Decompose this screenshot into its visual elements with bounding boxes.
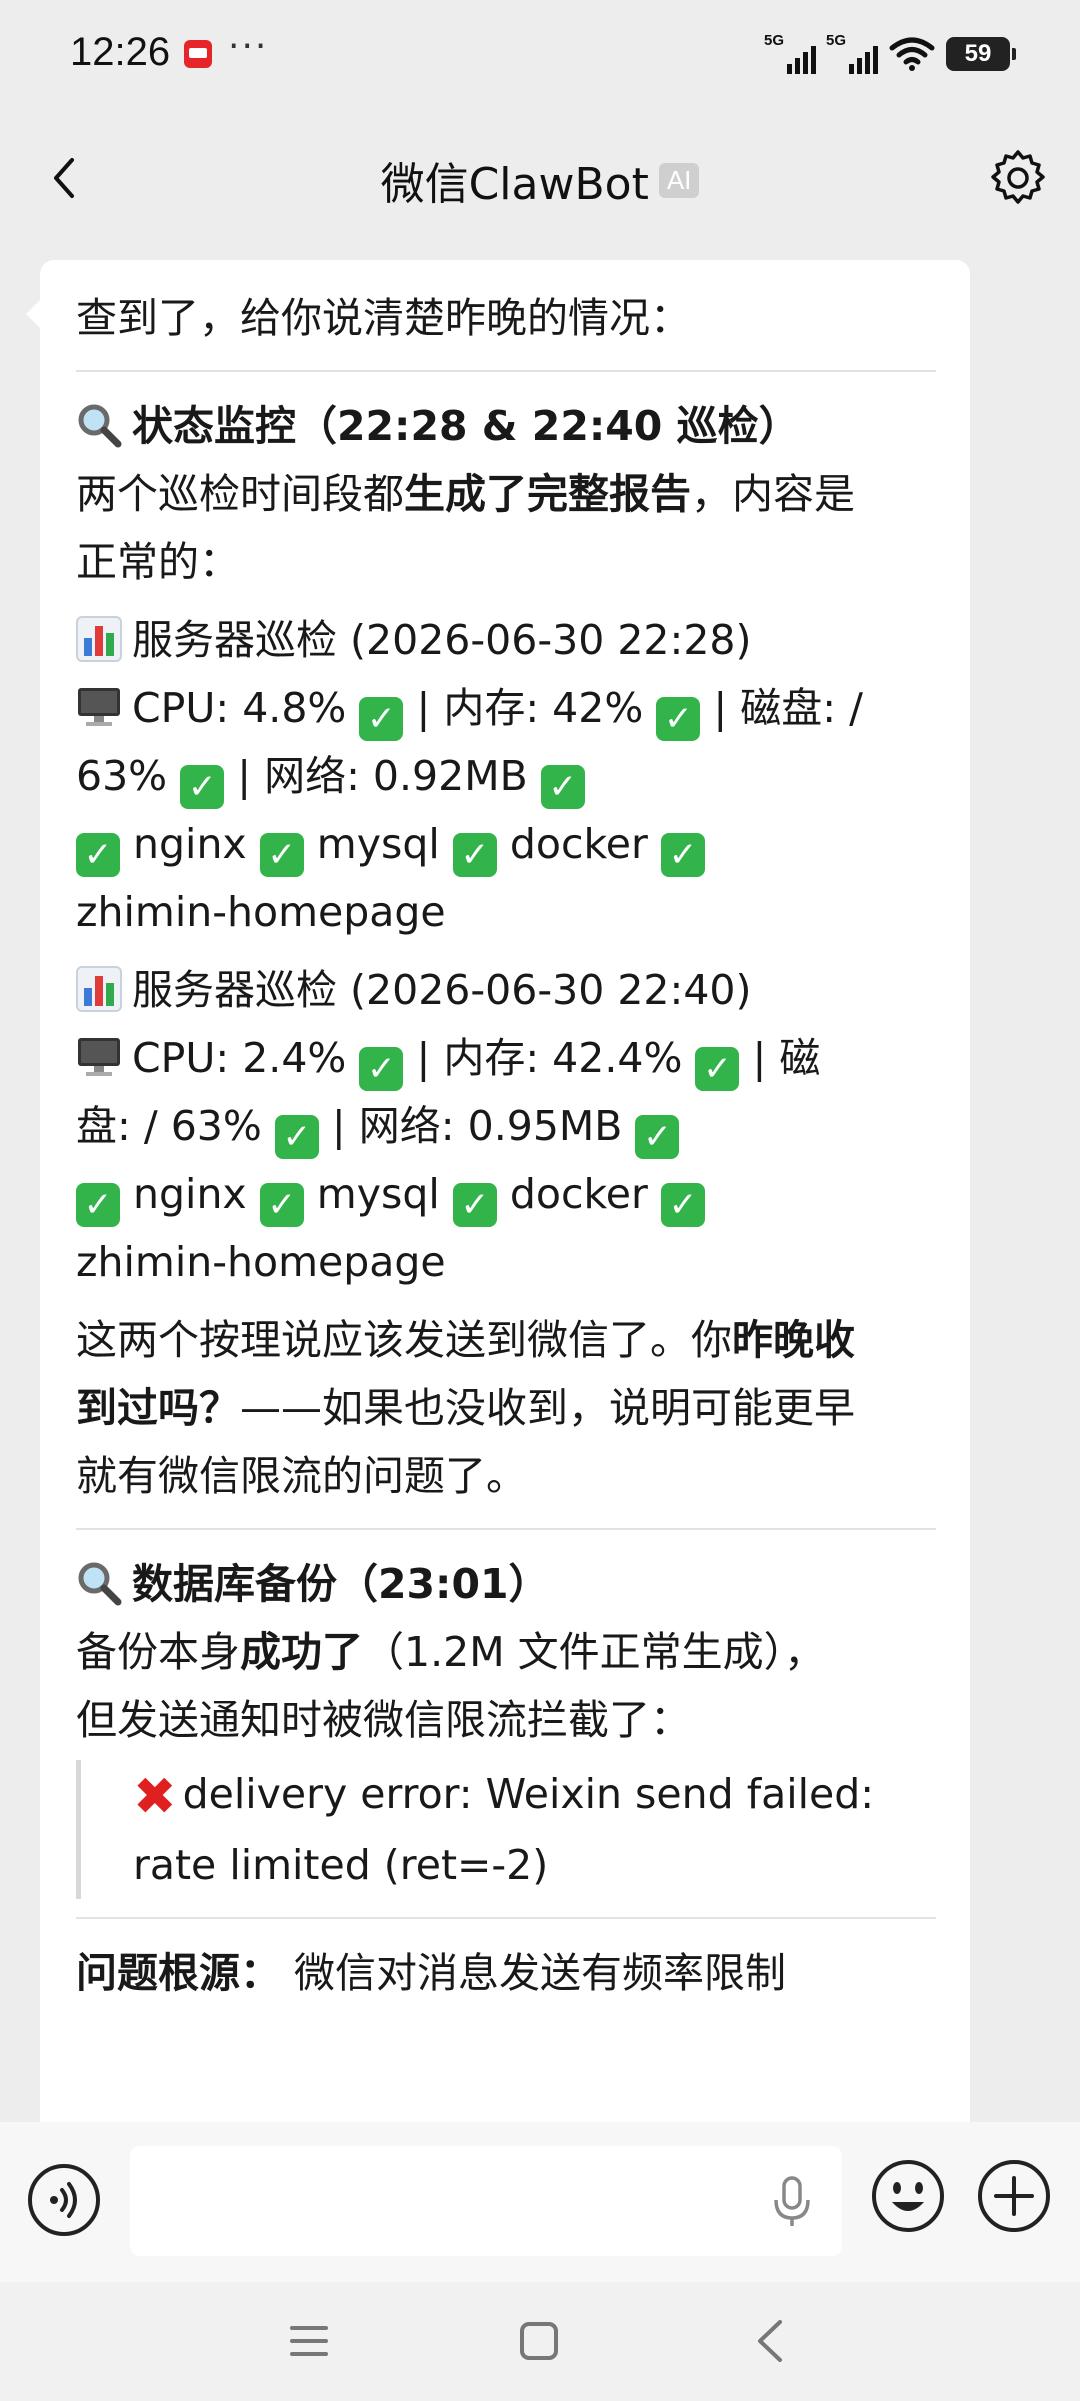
section-backup-title: 数据库备份（23:01） bbox=[76, 1550, 936, 1618]
app-notification-icon bbox=[184, 40, 212, 68]
status-paragraph-1-cont: 正常的： bbox=[76, 538, 240, 586]
message-input[interactable] bbox=[130, 2146, 842, 2256]
check-icon: ✓ bbox=[76, 1183, 120, 1227]
bar-chart-icon bbox=[76, 966, 122, 1012]
home-icon[interactable] bbox=[516, 2318, 562, 2364]
check-icon: ✓ bbox=[274, 1115, 319, 1159]
check-icon: ✓ bbox=[635, 1115, 680, 1159]
signal-icon-1: 5G bbox=[764, 32, 816, 74]
settings-icon[interactable] bbox=[986, 146, 1050, 210]
magnifier-icon bbox=[78, 1562, 122, 1606]
check-icon: ✓ bbox=[359, 1047, 404, 1091]
signal-icon-2: 5G bbox=[826, 32, 878, 74]
error-line-1: ✖ delivery error: Weixin send failed: bbox=[133, 1767, 875, 1827]
report-1-metrics-cont: 63% ✓ | 网络: 0.92MB ✓ bbox=[76, 742, 936, 810]
chat-title-text: 微信ClawBot bbox=[380, 159, 649, 210]
check-icon: ✓ bbox=[540, 765, 585, 809]
system-back-icon[interactable] bbox=[748, 2316, 794, 2366]
mic-icon[interactable] bbox=[768, 2174, 816, 2230]
check-icon: ✓ bbox=[359, 697, 404, 741]
report-2-header: 服务器巡检 (2026-06-30 22:40) bbox=[76, 956, 936, 1024]
chat-header: 微信ClawBot AI bbox=[0, 118, 1080, 238]
report-1-homepage: zhimin-homepage bbox=[76, 888, 446, 936]
error-line-2: rate limited (ret=-2) bbox=[133, 1841, 549, 1889]
system-nav-bar bbox=[0, 2282, 1080, 2401]
emoji-icon[interactable] bbox=[870, 2158, 946, 2234]
status-bar: 12:26 ··· 5G 5G 59 bbox=[0, 0, 1080, 110]
status-paragraph-1: 两个巡检时间段都生成了完整报告，内容是 bbox=[76, 470, 855, 518]
divider bbox=[76, 370, 936, 372]
check-icon: ✓ bbox=[695, 1047, 740, 1091]
check-icon: ✓ bbox=[452, 1183, 497, 1227]
monitor-icon bbox=[78, 1038, 120, 1076]
status-paragraph-2-cont: 到过吗？——如果也没收到，说明可能更早 bbox=[76, 1384, 855, 1432]
menu-icon[interactable] bbox=[286, 2318, 332, 2364]
section-status-title: 状态监控（22:28 & 22:40 巡检） bbox=[76, 392, 936, 460]
input-bar bbox=[0, 2122, 1080, 2282]
wifi-icon bbox=[889, 37, 935, 71]
voice-icon[interactable] bbox=[26, 2162, 102, 2238]
more-notifications: ··· bbox=[228, 26, 269, 67]
check-icon: ✓ bbox=[259, 1183, 304, 1227]
message-intro: 查到了，给你说清楚昨晚的情况： bbox=[76, 294, 691, 342]
chat-title: 微信ClawBot AI bbox=[0, 148, 1080, 212]
check-icon: ✓ bbox=[660, 1183, 705, 1227]
magnifier-icon bbox=[78, 404, 122, 448]
report-1-header: 服务器巡检 (2026-06-30 22:28) bbox=[76, 606, 936, 674]
check-icon: ✓ bbox=[180, 765, 225, 809]
root-cause: 问题根源： 微信对消息发送有频率限制 bbox=[76, 1949, 787, 1997]
report-2-metrics: CPU: 2.4% ✓ | 内存: 42.4% ✓ | 磁 bbox=[76, 1024, 936, 1092]
backup-paragraph-cont: 但发送通知时被微信限流拦截了： bbox=[76, 1696, 691, 1744]
cross-icon: ✖ bbox=[133, 1767, 177, 1827]
ai-badge: AI bbox=[658, 162, 700, 198]
divider bbox=[76, 1528, 936, 1530]
bot-message-bubble[interactable]: 查到了，给你说清楚昨晚的情况： 状态监控（22:28 & 22:40 巡检） 两… bbox=[26, 260, 970, 2122]
report-2-metrics-cont: 盘: / 63% ✓ | 网络: 0.95MB ✓ bbox=[76, 1092, 936, 1160]
status-time: 12:26 bbox=[70, 30, 171, 74]
chat-area[interactable]: 查到了，给你说清楚昨晚的情况： 状态监控（22:28 & 22:40 巡检） 两… bbox=[0, 240, 1080, 2122]
divider bbox=[76, 1917, 936, 1919]
status-paragraph-2: 这两个按理说应该发送到微信了。你昨晚收 bbox=[76, 1316, 855, 1364]
error-quote: ✖ delivery error: Weixin send failed: rat… bbox=[76, 1760, 936, 1899]
battery-indicator: 59 bbox=[946, 37, 1016, 71]
report-2-services: ✓ nginx ✓ mysql ✓ docker ✓ bbox=[76, 1160, 936, 1228]
backup-paragraph: 备份本身成功了（1.2M 文件正常生成）， bbox=[76, 1628, 826, 1676]
report-1-services: ✓ nginx ✓ mysql ✓ docker ✓ bbox=[76, 810, 936, 878]
check-icon: ✓ bbox=[76, 833, 120, 877]
report-2-homepage: zhimin-homepage bbox=[76, 1238, 446, 1286]
check-icon: ✓ bbox=[656, 697, 701, 741]
check-icon: ✓ bbox=[259, 833, 304, 877]
check-icon: ✓ bbox=[660, 833, 705, 877]
check-icon: ✓ bbox=[452, 833, 497, 877]
plus-icon[interactable] bbox=[976, 2158, 1052, 2234]
status-paragraph-2-end: 就有微信限流的问题了。 bbox=[76, 1452, 527, 1500]
report-1-metrics: CPU: 4.8% ✓ | 内存: 42% ✓ | 磁盘: / bbox=[76, 674, 936, 742]
monitor-icon bbox=[78, 688, 120, 726]
bar-chart-icon bbox=[76, 616, 122, 662]
